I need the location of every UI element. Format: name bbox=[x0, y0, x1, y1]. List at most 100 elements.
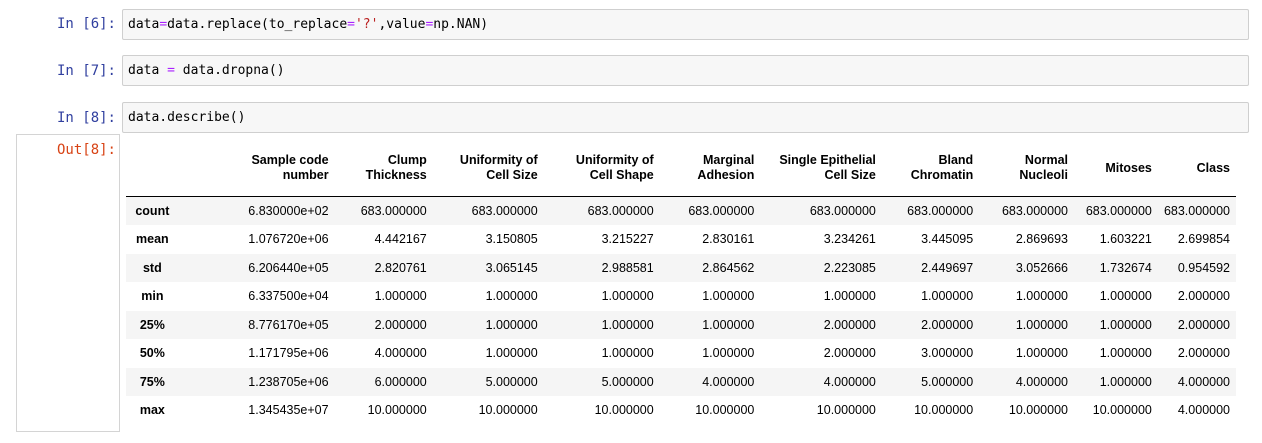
header-row: Sample code number Clump Thickness Uniformit… bbox=[126, 140, 1236, 197]
table-cell: 1.000000 bbox=[1099, 346, 1152, 361]
table-cell: 1.000000 bbox=[601, 346, 654, 361]
table-cell: 1.603221 bbox=[1099, 232, 1152, 247]
table-cell: 4.000000 bbox=[1015, 374, 1068, 389]
code-cell-6[interactable]: data=data.replace(to_replace='?',value=n… bbox=[122, 9, 1249, 40]
table-cell: 6.830000e+02 bbox=[248, 204, 329, 218]
code-token: data.dropna() bbox=[174, 63, 285, 78]
table-cell: 1.000000 bbox=[823, 289, 876, 304]
column-header: Single Epithelial Cell Size bbox=[760, 140, 882, 197]
column-header-line: Marginal bbox=[702, 153, 755, 167]
table-cell: 2.830161 bbox=[702, 232, 755, 247]
table-cell: 2.000000 bbox=[823, 317, 876, 332]
column-header-line: Thickness bbox=[365, 168, 427, 182]
column-header-line: Sample code bbox=[251, 153, 329, 167]
dataframe-body: count 6.830000e+02 683.000000 683.000000 683… bbox=[126, 196, 1236, 425]
row-index: 75% bbox=[139, 374, 165, 389]
code-token: ,value bbox=[378, 17, 426, 32]
table-cell: 1.000000 bbox=[485, 346, 538, 361]
table-cell: 1.000000 bbox=[601, 317, 654, 332]
describe-dataframe: Sample code number Clump Thickness Uniformit… bbox=[126, 140, 1236, 425]
output-collapse-gutter[interactable] bbox=[16, 134, 120, 432]
table-cell: 2.699854 bbox=[1177, 232, 1230, 247]
table-cell: 2.449697 bbox=[921, 260, 974, 275]
column-header-line: Cell Size bbox=[486, 168, 538, 182]
table-cell: 8.776170e+05 bbox=[248, 317, 329, 332]
code-token: '?' bbox=[354, 17, 379, 32]
table-cell: 2.869693 bbox=[1015, 232, 1068, 247]
table-cell: 1.000000 bbox=[1099, 374, 1152, 389]
table-cell: 683.000000 bbox=[1085, 204, 1152, 218]
column-header-line: Cell Size bbox=[824, 168, 876, 182]
code-token: data.replace(to_replace bbox=[167, 17, 348, 32]
table-cell: 683.000000 bbox=[471, 204, 538, 218]
table-cell: 1.000000 bbox=[921, 289, 974, 304]
table-cell: 3.052666 bbox=[1015, 260, 1068, 275]
table-cell: 5.000000 bbox=[601, 374, 654, 389]
table-cell: 10.000000 bbox=[594, 403, 654, 418]
column-header-line: Class bbox=[1196, 160, 1230, 175]
table-cell: 10.000000 bbox=[478, 403, 538, 418]
column-header: Marginal Adhesion bbox=[659, 140, 761, 197]
table-row: mean 1.076720e+06 4.442167 3.150805 3.215227… bbox=[126, 225, 1236, 254]
table-cell: 1.000000 bbox=[1015, 289, 1068, 304]
row-index: 50% bbox=[139, 346, 165, 361]
cell-7-prompt: In [7]: bbox=[56, 63, 116, 79]
cell-6-prompt: In [6]: bbox=[56, 16, 116, 32]
table-row: count 6.830000e+02 683.000000 683.000000 683… bbox=[126, 196, 1236, 225]
table-cell: 5.000000 bbox=[485, 374, 538, 389]
table-cell: 4.000000 bbox=[1177, 403, 1230, 418]
table-cell: 6.206440e+05 bbox=[248, 260, 329, 275]
row-index: max bbox=[139, 403, 165, 418]
table-cell: 2.864562 bbox=[702, 260, 755, 275]
column-header-line: Chromatin bbox=[910, 168, 974, 182]
table-cell: 1.000000 bbox=[1015, 317, 1068, 332]
code-cell-7[interactable]: data = data.dropna() bbox=[122, 55, 1249, 86]
column-header: Uniformity of Cell Shape bbox=[543, 140, 660, 197]
output-prompt: Out[8]: bbox=[56, 142, 116, 158]
index-header bbox=[126, 140, 179, 197]
column-header-line: Uniformity of bbox=[575, 153, 654, 167]
column-header: Clump Thickness bbox=[334, 140, 433, 197]
table-cell: 10.000000 bbox=[816, 403, 876, 418]
column-header-line: Cell Shape bbox=[589, 168, 654, 182]
table-cell: 10.000000 bbox=[914, 403, 974, 418]
column-header: Class bbox=[1157, 140, 1236, 197]
table-cell: 1.732674 bbox=[1099, 260, 1152, 275]
code-token: data bbox=[128, 63, 168, 78]
column-header-line: Normal bbox=[1024, 153, 1068, 167]
table-cell: 0.954592 bbox=[1177, 260, 1230, 275]
table-row: 75% 1.238705e+06 6.000000 5.000000 5.000000 4… bbox=[126, 367, 1236, 396]
table-cell: 10.000000 bbox=[1008, 403, 1068, 418]
table-cell: 4.442167 bbox=[374, 232, 427, 247]
row-index: 25% bbox=[139, 317, 165, 332]
table-cell: 2.000000 bbox=[1177, 346, 1230, 361]
table-cell: 683.000000 bbox=[360, 204, 427, 218]
table-row: 25% 8.776170e+05 2.000000 1.000000 1.000000 1… bbox=[126, 310, 1236, 339]
column-header: Normal Nucleoli bbox=[979, 140, 1074, 197]
code-token: data bbox=[128, 17, 160, 32]
table-cell: 3.000000 bbox=[921, 346, 974, 361]
table-cell: 1.000000 bbox=[1015, 346, 1068, 361]
table-cell: 1.000000 bbox=[1099, 289, 1152, 304]
table-cell: 1.000000 bbox=[601, 289, 654, 304]
table-cell: 5.000000 bbox=[921, 374, 974, 389]
table-cell: 6.337500e+04 bbox=[248, 289, 329, 304]
table-row: min 6.337500e+04 1.000000 1.000000 1.000000 1… bbox=[126, 282, 1236, 311]
table-cell: 4.000000 bbox=[823, 374, 876, 389]
code-cell-8[interactable]: data.describe() bbox=[122, 102, 1249, 133]
row-index: std bbox=[142, 260, 162, 275]
row-index: min bbox=[141, 289, 164, 304]
table-cell: 3.445095 bbox=[921, 232, 974, 247]
table-cell: 2.000000 bbox=[921, 317, 974, 332]
table-row: std 6.206440e+05 2.820761 3.065145 2.988581 2… bbox=[126, 253, 1236, 282]
table-cell: 2.000000 bbox=[823, 346, 876, 361]
table-cell: 1.076720e+06 bbox=[248, 232, 329, 247]
table-cell: 4.000000 bbox=[374, 346, 427, 361]
table-cell: 683.000000 bbox=[1163, 204, 1230, 218]
output-area: Sample code number Clump Thickness Uniformit… bbox=[126, 140, 1236, 440]
code-token: = bbox=[167, 63, 175, 78]
table-cell: 2.000000 bbox=[374, 317, 427, 332]
table-cell: 10.000000 bbox=[367, 403, 427, 418]
table-cell: 1.000000 bbox=[485, 317, 538, 332]
table-cell: 3.215227 bbox=[601, 232, 654, 247]
